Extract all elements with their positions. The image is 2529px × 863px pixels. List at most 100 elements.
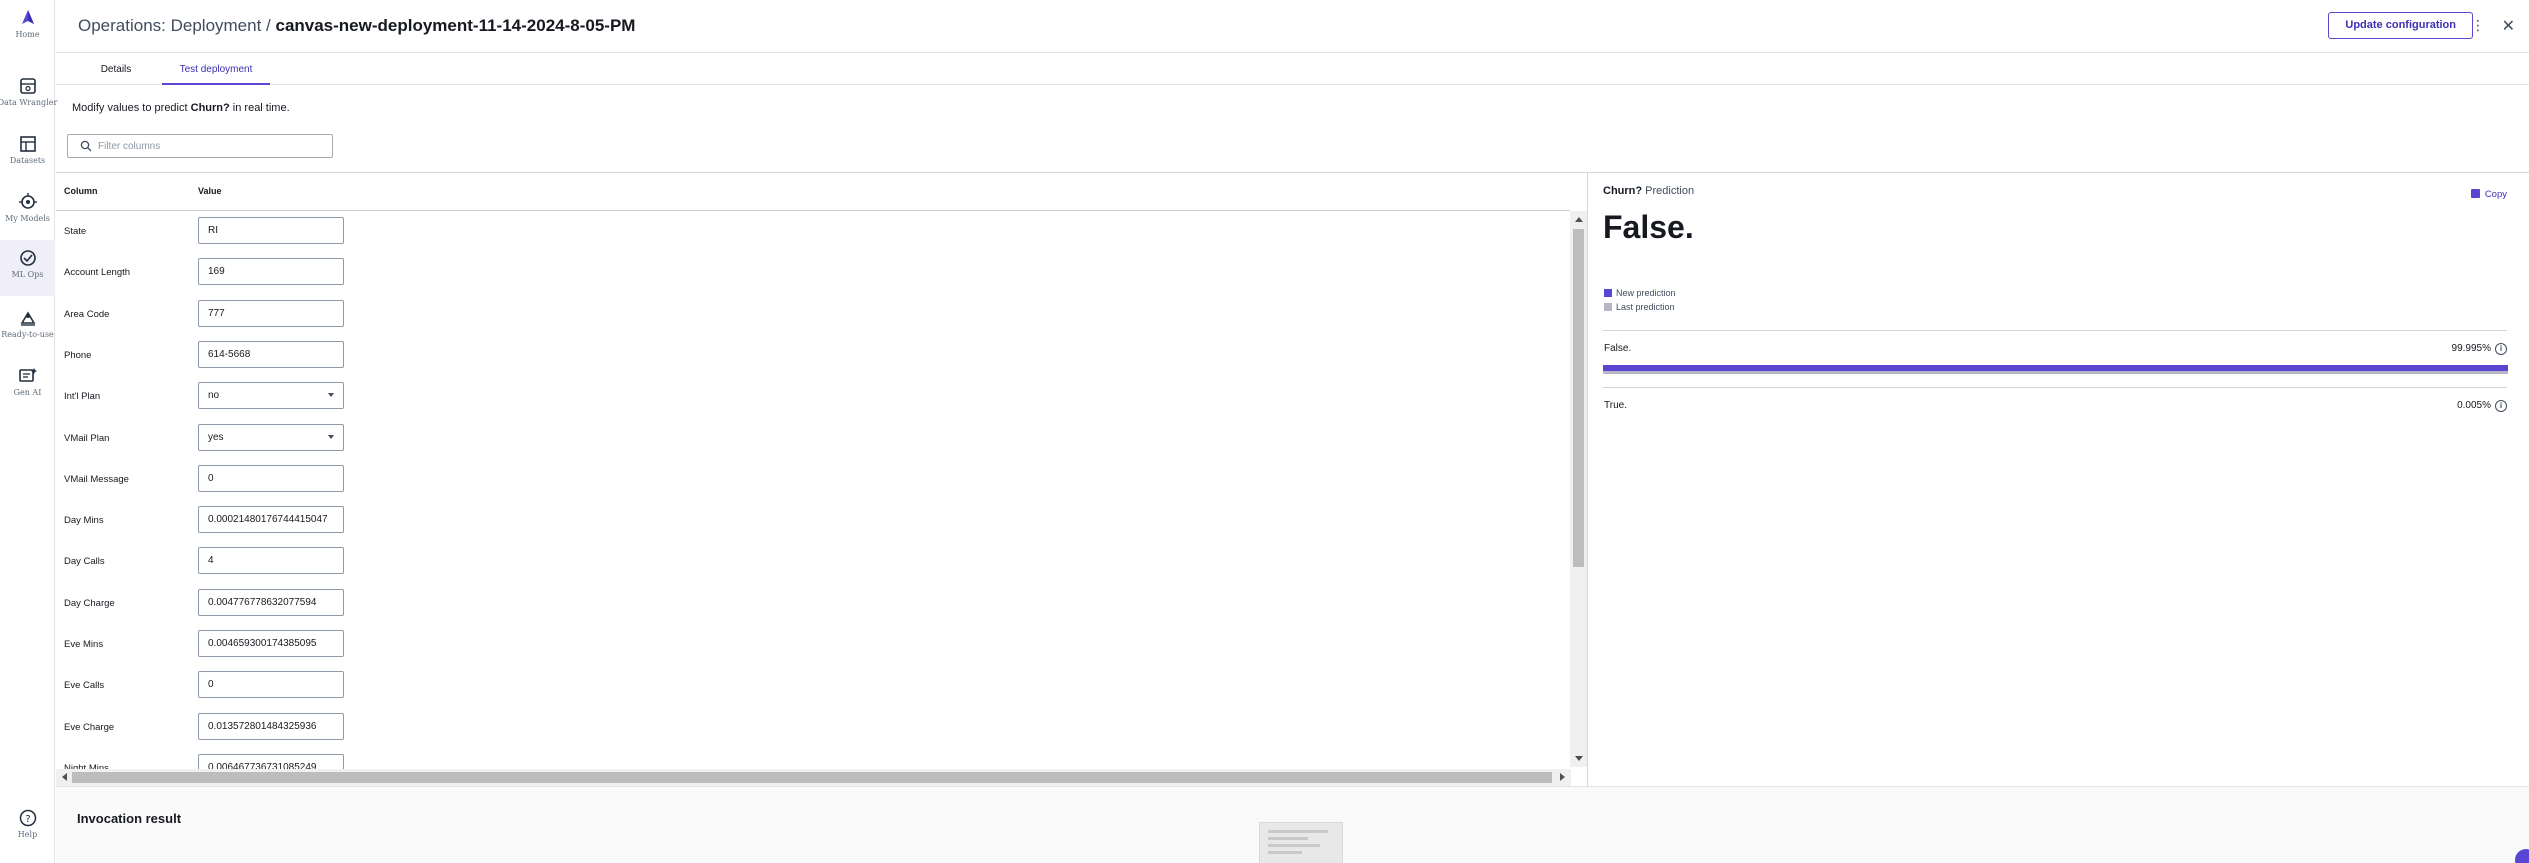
- data-wrangler-icon: [19, 78, 36, 94]
- prediction-label: Prediction: [1642, 185, 1695, 197]
- value-text: 4: [208, 555, 214, 567]
- column-name: Eve Mins: [64, 639, 104, 650]
- class-pct-true: 0.005%: [2457, 400, 2491, 411]
- copy-label: Copy: [2484, 189, 2507, 200]
- rail-item-my-models[interactable]: My Models: [0, 184, 55, 240]
- rail-item-help[interactable]: ? Help: [0, 800, 55, 856]
- gen-ai-icon: [18, 368, 37, 382]
- info-icon[interactable]: i: [2495, 400, 2507, 412]
- legend-label: Last prediction: [1616, 302, 1675, 312]
- scroll-right-icon[interactable]: [1560, 773, 1565, 781]
- prediction-panel: Churn? Prediction Copy False. New predic…: [1588, 172, 2529, 786]
- prediction-value: False.: [1603, 209, 1694, 245]
- tab-test-deployment[interactable]: Test deployment: [162, 54, 270, 85]
- legend-item-new: New prediction: [1604, 286, 1676, 300]
- rail-item-data-wrangler[interactable]: Data Wrangler: [0, 68, 57, 124]
- value-input[interactable]: 4: [198, 547, 344, 575]
- divider: [1603, 387, 2507, 388]
- page-title: Operations: Deployment / canvas-new-depl…: [78, 16, 635, 36]
- deployment-name: canvas-new-deployment-11-14-2024-8-05-PM: [275, 16, 636, 35]
- rail-item-datasets[interactable]: Datasets: [0, 126, 55, 182]
- column-name: Day Mins: [64, 515, 104, 527]
- column-name: VMail Message: [64, 473, 129, 485]
- tab-details[interactable]: Details: [92, 54, 140, 85]
- value-text: 777: [208, 307, 225, 319]
- value-header: Value: [198, 186, 222, 196]
- horizontal-scrollbar[interactable]: [56, 769, 1571, 786]
- invocation-result-section: Invocation result: [56, 786, 2529, 863]
- table-row: State RI: [56, 213, 1570, 254]
- instruction-text: Modify values to predict Churn? in real …: [72, 102, 290, 114]
- rail-label: My Models: [5, 214, 50, 223]
- value-select[interactable]: no: [198, 382, 344, 410]
- value-input[interactable]: 0.013572801484325936: [198, 712, 344, 740]
- scroll-thumb[interactable]: [1573, 229, 1584, 567]
- column-name: VMail Plan: [64, 432, 110, 444]
- value-input[interactable]: 0: [198, 464, 344, 492]
- table-row: Int'l Plan no: [56, 378, 1570, 419]
- my-models-icon: [18, 193, 37, 209]
- value-input[interactable]: 0: [198, 671, 344, 699]
- column-name: Area Code: [64, 308, 110, 320]
- value-text: 169: [208, 266, 225, 278]
- page-header: Operations: Deployment / canvas-new-depl…: [56, 0, 2529, 53]
- datasets-icon: [19, 136, 36, 152]
- value-text: 614-5668: [208, 348, 251, 360]
- table-row: VMail Message 0: [56, 461, 1570, 502]
- value-text: yes: [208, 431, 224, 443]
- value-input[interactable]: 0.004659300174385095: [198, 630, 344, 657]
- table-row: Phone 614-5668: [56, 337, 1570, 378]
- scroll-thumb[interactable]: [72, 772, 1552, 783]
- chevron-down-icon: [328, 393, 334, 398]
- search-icon: [80, 140, 92, 152]
- more-vertical-icon[interactable]: ⋮: [2471, 17, 2485, 34]
- rail-item-ml-ops[interactable]: ML Ops: [0, 240, 55, 296]
- rail-item-ready-to-use[interactable]: Ready-to-use: [0, 300, 55, 356]
- invocation-result-title: Invocation result: [77, 811, 182, 826]
- copy-button[interactable]: Copy: [2470, 189, 2507, 200]
- value-text: 0: [208, 472, 214, 484]
- value-select[interactable]: yes: [198, 423, 344, 451]
- legend-swatch: [1604, 289, 1612, 297]
- class-pct-false: 99.995%: [2451, 343, 2491, 354]
- scroll-down-icon[interactable]: [1575, 756, 1583, 761]
- value-input[interactable]: 0.004776778632077594: [198, 588, 344, 616]
- close-icon[interactable]: ✕: [2502, 16, 2515, 36]
- value-text: 0: [208, 679, 214, 691]
- column-name: Phone: [64, 349, 92, 361]
- vertical-scrollbar[interactable]: [1570, 211, 1587, 767]
- legend-swatch: [1604, 303, 1612, 311]
- column-name: Eve Calls: [64, 680, 105, 692]
- value-input[interactable]: 614-5668: [198, 340, 344, 368]
- update-configuration-button[interactable]: Update configuration: [2328, 12, 2473, 39]
- table-row: Eve Calls 0: [56, 667, 1570, 708]
- scroll-up-icon[interactable]: [1575, 217, 1583, 222]
- table-row: Day Mins 0.00021480176744415047: [56, 502, 1570, 543]
- assistant-badge-icon[interactable]: [2515, 849, 2529, 863]
- value-text: no: [208, 390, 220, 402]
- value-input[interactable]: 777: [198, 299, 344, 327]
- prediction-target: Churn?: [1603, 185, 1643, 197]
- probability-bar-false: [1603, 365, 2508, 374]
- tab-bar: Details Test deployment: [56, 54, 2529, 85]
- probability-fill-last: [1603, 371, 2508, 374]
- rail-item-home[interactable]: Home: [0, 0, 55, 56]
- value-input[interactable]: 0.00021480176744415047: [198, 506, 344, 534]
- home-icon: [21, 10, 34, 24]
- info-icon[interactable]: i: [2495, 343, 2507, 355]
- scroll-left-icon[interactable]: [62, 773, 67, 781]
- value-input[interactable]: RI: [198, 217, 344, 244]
- copy-icon: [2470, 189, 2480, 198]
- filter-columns-input[interactable]: [98, 138, 323, 154]
- column-name: Day Charge: [64, 597, 115, 609]
- rail-label: Ready-to-use: [1, 330, 54, 339]
- rail-item-gen-ai[interactable]: Gen AI: [0, 358, 55, 414]
- class-label-false: False.: [1604, 343, 1632, 354]
- rail-label: Help: [17, 830, 38, 839]
- value-text: 0.004776778632077594: [208, 596, 317, 608]
- column-header: Column: [64, 186, 98, 196]
- value-input[interactable]: 169: [198, 258, 344, 286]
- column-name: Account Length: [64, 267, 131, 279]
- column-name: State: [64, 226, 87, 237]
- table-row: Day Charge 0.004776778632077594: [56, 585, 1570, 626]
